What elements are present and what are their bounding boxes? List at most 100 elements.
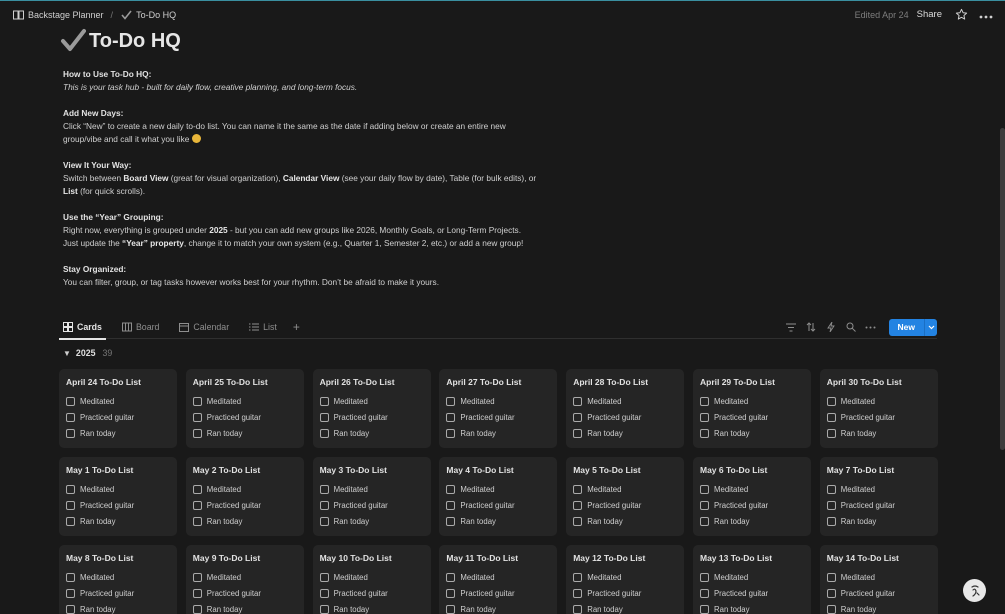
- todo-card[interactable]: May 13 To-Do List Meditated Practiced guit…: [692, 545, 811, 614]
- checkbox[interactable]: [66, 484, 75, 494]
- checkbox[interactable]: [446, 500, 456, 510]
- share-button[interactable]: Share: [917, 9, 942, 20]
- tab-cards[interactable]: Cards: [59, 316, 106, 340]
- breadcrumb-parent[interactable]: Backstage Planner: [28, 10, 104, 20]
- checkbox[interactable]: [446, 484, 456, 494]
- checkbox[interactable]: [573, 572, 583, 582]
- checkbox[interactable]: [319, 500, 329, 510]
- automation-lightning-icon[interactable]: [825, 321, 837, 333]
- breadcrumb-current[interactable]: To-Do HQ: [136, 10, 176, 20]
- checkbox[interactable]: [573, 484, 583, 494]
- checkbox[interactable]: [699, 484, 709, 494]
- checkbox[interactable]: [66, 429, 75, 439]
- tab-board[interactable]: Board: [118, 316, 163, 339]
- checkbox[interactable]: [573, 605, 583, 614]
- checkbox[interactable]: [826, 605, 836, 614]
- checkbox[interactable]: [826, 588, 836, 598]
- checkbox[interactable]: [66, 517, 75, 527]
- checkbox[interactable]: [192, 396, 202, 406]
- checkbox[interactable]: [192, 500, 202, 510]
- view-more-icon[interactable]: [865, 321, 877, 333]
- todo-card[interactable]: May 6 To-Do List Meditated Practiced guita…: [692, 457, 811, 536]
- todo-card[interactable]: May 10 To-Do List Meditated Practiced guit…: [312, 545, 431, 614]
- checkbox[interactable]: [319, 484, 329, 494]
- checkbox[interactable]: [573, 396, 583, 406]
- chevron-down-icon[interactable]: [924, 318, 937, 336]
- group-header[interactable]: ▼ 2025 39: [63, 348, 112, 358]
- tab-calendar[interactable]: Calendar: [175, 316, 233, 339]
- checkbox[interactable]: [446, 605, 456, 614]
- checkbox[interactable]: [826, 484, 836, 494]
- checkbox[interactable]: [319, 396, 329, 406]
- todo-card[interactable]: April 29 To-Do List Meditated Practiced gu…: [692, 369, 811, 448]
- checkbox[interactable]: [66, 412, 75, 422]
- checkbox[interactable]: [699, 412, 709, 422]
- checkbox[interactable]: [66, 396, 75, 406]
- checkbox[interactable]: [319, 588, 329, 598]
- new-button[interactable]: New: [888, 318, 937, 336]
- checkbox[interactable]: [319, 429, 329, 439]
- checkbox[interactable]: [573, 412, 583, 422]
- checkbox[interactable]: [319, 517, 329, 527]
- checkbox[interactable]: [66, 588, 75, 598]
- favorite-star-icon[interactable]: [955, 8, 969, 22]
- checkbox[interactable]: [699, 517, 709, 527]
- sort-icon[interactable]: [805, 321, 817, 333]
- search-icon[interactable]: [845, 321, 857, 333]
- tab-list[interactable]: List: [245, 316, 281, 339]
- checkbox[interactable]: [66, 605, 75, 614]
- collapse-triangle-icon[interactable]: ▼: [63, 349, 71, 358]
- checkbox[interactable]: [699, 588, 709, 598]
- todo-card[interactable]: May 2 To-Do List Meditated Practiced guita…: [185, 457, 304, 536]
- checkbox[interactable]: [826, 429, 836, 439]
- todo-card[interactable]: May 9 To-Do List Meditated Practiced guita…: [185, 545, 304, 614]
- todo-card[interactable]: May 5 To-Do List Meditated Practiced guita…: [566, 457, 685, 536]
- checkbox[interactable]: [192, 572, 202, 582]
- checkbox[interactable]: [573, 517, 583, 527]
- checkbox[interactable]: [699, 605, 709, 614]
- checkbox[interactable]: [319, 412, 329, 422]
- checkbox[interactable]: [699, 396, 709, 406]
- todo-card[interactable]: May 7 To-Do List Meditated Practiced guita…: [819, 457, 938, 536]
- checkbox[interactable]: [699, 500, 709, 510]
- checkbox[interactable]: [319, 572, 329, 582]
- todo-card[interactable]: May 11 To-Do List Meditated Practiced guit…: [439, 545, 558, 614]
- todo-card[interactable]: April 28 To-Do List Meditated Practiced gu…: [566, 369, 685, 448]
- todo-card[interactable]: May 12 To-Do List Meditated Practiced guit…: [566, 545, 685, 614]
- filter-icon[interactable]: [785, 321, 797, 333]
- checkbox[interactable]: [573, 429, 583, 439]
- checkbox[interactable]: [573, 588, 583, 598]
- checkbox[interactable]: [192, 484, 202, 494]
- checkbox[interactable]: [66, 500, 75, 510]
- help-assistant-button[interactable]: [963, 579, 986, 602]
- todo-card[interactable]: May 8 To-Do List Meditated Practiced guita…: [59, 545, 177, 614]
- checkbox[interactable]: [826, 500, 836, 510]
- checkbox[interactable]: [192, 605, 202, 614]
- checkbox[interactable]: [826, 572, 836, 582]
- checkbox[interactable]: [573, 500, 583, 510]
- checkbox[interactable]: [446, 517, 456, 527]
- more-options-icon[interactable]: [979, 8, 993, 22]
- page-scrollbar[interactable]: [1000, 128, 1005, 450]
- todo-card[interactable]: April 27 To-Do List Meditated Practiced gu…: [439, 369, 558, 448]
- checkbox[interactable]: [192, 588, 202, 598]
- checkbox[interactable]: [699, 572, 709, 582]
- todo-card[interactable]: May 3 To-Do List Meditated Practiced guita…: [312, 457, 431, 536]
- checkbox[interactable]: [66, 572, 75, 582]
- todo-card[interactable]: April 26 To-Do List Meditated Practiced gu…: [312, 369, 431, 448]
- checkbox[interactable]: [446, 572, 456, 582]
- todo-card[interactable]: April 24 To-Do List Meditated Practiced gu…: [59, 369, 177, 448]
- checkbox[interactable]: [826, 412, 836, 422]
- todo-card[interactable]: April 30 To-Do List Meditated Practiced gu…: [819, 369, 938, 448]
- todo-card[interactable]: April 25 To-Do List Meditated Practiced gu…: [185, 369, 304, 448]
- checkbox[interactable]: [699, 429, 709, 439]
- checkbox[interactable]: [192, 412, 202, 422]
- todo-card[interactable]: May 14 To-Do List Meditated Practiced guit…: [819, 545, 938, 614]
- checkbox[interactable]: [826, 396, 836, 406]
- checkbox[interactable]: [446, 396, 456, 406]
- checkbox[interactable]: [826, 517, 836, 527]
- add-view-icon[interactable]: +: [293, 320, 300, 334]
- checkbox[interactable]: [192, 517, 202, 527]
- checkbox[interactable]: [319, 605, 329, 614]
- checkbox[interactable]: [192, 429, 202, 439]
